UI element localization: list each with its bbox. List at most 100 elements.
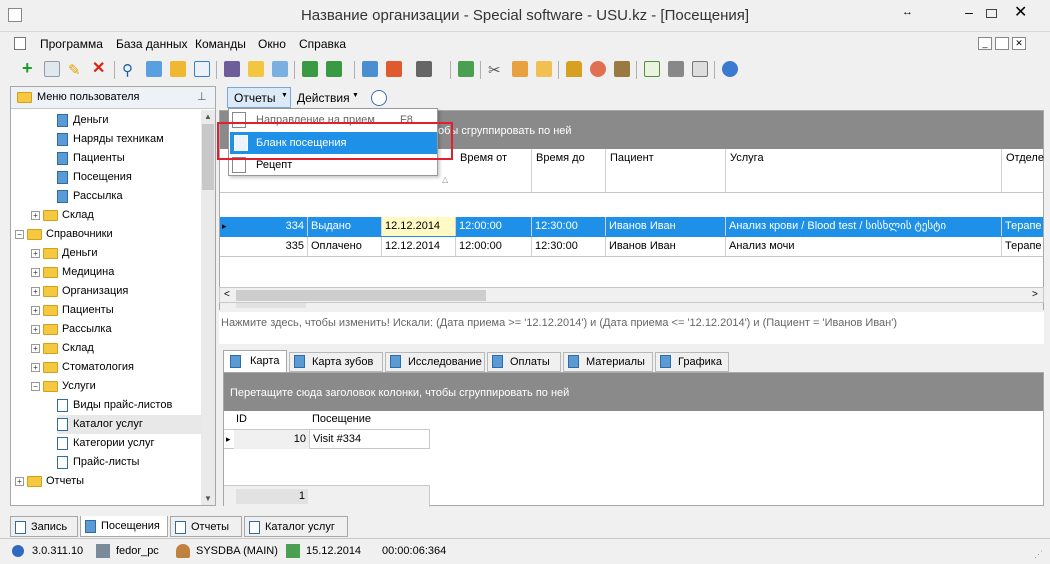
table-icon[interactable] — [644, 61, 660, 77]
sort-icon[interactable] — [248, 61, 264, 77]
tree-item[interactable]: + Отчеты — [15, 472, 84, 491]
column-header-patient[interactable]: Пациент — [606, 149, 726, 193]
comment-icon[interactable] — [194, 61, 210, 77]
tree-item[interactable]: − Справочники — [15, 225, 113, 244]
menu-commands[interactable]: Команды — [195, 37, 246, 51]
expand-icon[interactable]: + — [31, 267, 40, 277]
tree-item[interactable]: Прайс-листы — [57, 453, 139, 472]
tree-item[interactable]: + Пациенты — [31, 301, 114, 320]
close-button[interactable]: ✕ — [1014, 2, 1027, 22]
tree-item[interactable]: + Склад — [31, 206, 94, 225]
collapse-icon[interactable]: − — [15, 229, 24, 239]
mdi-close-button[interactable]: ✕ — [1012, 37, 1026, 50]
expand-icon[interactable]: + — [31, 305, 40, 315]
tree-item[interactable]: Категории услуг — [57, 434, 154, 453]
filter-text[interactable]: Нажмите здесь, чтобы изменить! Искали: (… — [221, 317, 897, 329]
tree-item[interactable]: + Деньги — [31, 244, 98, 263]
excel-menu-icon[interactable] — [326, 61, 342, 77]
expand-icon[interactable]: + — [31, 286, 40, 296]
minimize-button[interactable]: – — [958, 4, 980, 22]
expand-icon[interactable]: + — [31, 324, 40, 334]
window-tab-visits[interactable]: Посещения — [80, 516, 168, 537]
tab-research[interactable]: Исследование — [385, 352, 485, 372]
tab-materials[interactable]: Материалы — [563, 352, 653, 372]
expand-icon[interactable]: + — [31, 248, 40, 258]
note-icon[interactable] — [536, 61, 552, 77]
tree-item[interactable]: + Медицина — [31, 263, 114, 282]
edit-icon[interactable]: ✎ — [68, 61, 84, 79]
expand-icon[interactable]: + — [15, 476, 24, 486]
expand-icon[interactable]: + — [31, 362, 40, 372]
tab-teeth-map[interactable]: Карта зубов — [289, 352, 383, 372]
column-header-department[interactable]: Отделе — [1002, 149, 1044, 193]
mdi-restore-button[interactable] — [995, 37, 1009, 50]
tree-item[interactable]: Пациенты — [57, 149, 125, 168]
maximize-button[interactable] — [986, 9, 997, 18]
print-icon[interactable] — [668, 61, 684, 77]
scroll-thumb[interactable] — [236, 290, 486, 301]
tree-item[interactable]: + Стоматология — [31, 358, 134, 377]
resize-grip-icon[interactable]: ⋰ — [1034, 549, 1043, 560]
tab-graphics[interactable]: Графика — [655, 352, 729, 372]
expand-icon[interactable]: + — [31, 210, 40, 220]
filter-icon[interactable] — [224, 61, 240, 77]
lock-icon[interactable] — [566, 61, 582, 77]
export-icon[interactable] — [170, 61, 186, 77]
settings-icon[interactable] — [614, 61, 630, 77]
menu-window[interactable]: Окно — [258, 37, 286, 51]
info-icon[interactable] — [722, 61, 738, 77]
menu-program[interactable]: Программа — [40, 37, 103, 51]
open-icon[interactable] — [386, 61, 402, 77]
add-icon[interactable]: + — [22, 59, 38, 77]
calendar-icon[interactable] — [458, 61, 474, 77]
group-icon[interactable] — [272, 61, 288, 77]
mdi-minimize-button[interactable]: _ — [978, 37, 992, 50]
tree-item[interactable]: − Услуги — [31, 377, 96, 396]
column-header-service[interactable]: Услуга — [726, 149, 1002, 193]
tools-icon[interactable]: ✂ — [488, 61, 504, 79]
tree-item[interactable]: Каталог услуг — [57, 415, 201, 434]
tree-item[interactable]: Деньги — [57, 111, 109, 130]
tree-item[interactable]: Посещения — [57, 168, 132, 187]
play-icon[interactable] — [692, 61, 708, 77]
new-window-icon[interactable] — [362, 61, 378, 77]
tree-scrollbar[interactable]: ▲ ▼ — [201, 110, 215, 505]
columns-icon[interactable] — [416, 61, 432, 77]
tree-item[interactable]: + Рассылка — [31, 320, 112, 339]
users-icon[interactable] — [590, 61, 606, 77]
search-icon[interactable]: ⚲ — [122, 61, 138, 79]
table-row[interactable]: ▸ 334 Выдано 12.12.2014 12:00:00 12:30:0… — [220, 217, 1043, 237]
tree-item[interactable]: Наряды техникам — [57, 130, 164, 149]
refresh-icon[interactable] — [146, 61, 162, 77]
pin-icon[interactable]: ⊥ — [197, 90, 207, 103]
menu-database[interactable]: База данных — [116, 37, 187, 51]
clock-icon[interactable] — [371, 90, 387, 106]
menu-help[interactable]: Справка — [299, 37, 346, 51]
table-row[interactable]: ▸ 10 Visit #334 — [224, 429, 430, 449]
window-tab-record[interactable]: Запись — [10, 516, 78, 537]
table-row[interactable]: 335 Оплачено 12.12.2014 12:00:00 12:30:0… — [220, 237, 1043, 257]
tree-item[interactable]: + Организация — [31, 282, 128, 301]
window-tab-catalog[interactable]: Каталог услуг — [244, 516, 348, 537]
window-tab-reports[interactable]: Отчеты — [170, 516, 242, 537]
tree-item[interactable]: Рассылка — [57, 187, 123, 206]
column-header-to[interactable]: Время до — [532, 149, 606, 193]
scroll-right-icon[interactable]: > — [1032, 289, 1038, 300]
tab-payments[interactable]: Оплаты — [487, 352, 561, 372]
grid-horizontal-scrollbar[interactable]: < > — [219, 287, 1044, 303]
tab-card[interactable]: Карта — [223, 350, 287, 372]
filter-panel[interactable]: Нажмите здесь, чтобы изменить! Искали: (… — [219, 312, 1044, 344]
scroll-left-icon[interactable]: < — [224, 289, 230, 300]
tree-item[interactable]: Виды прайс-листов — [57, 396, 172, 415]
expand-icon[interactable]: + — [31, 343, 40, 353]
column-header-id[interactable]: ID — [236, 413, 247, 425]
detail-group-panel[interactable]: Перетащите сюда заголовок колонки, чтобы… — [224, 373, 1043, 411]
actions-menu-button[interactable]: Действия — [297, 91, 350, 105]
column-header-from[interactable]: Время от — [456, 149, 532, 193]
collapse-icon[interactable]: − — [31, 381, 40, 391]
dropdown-item-prescription[interactable]: Рецепт — [256, 159, 292, 171]
excel-icon[interactable] — [302, 61, 318, 77]
copy-icon[interactable] — [44, 61, 60, 77]
palette-icon[interactable] — [512, 61, 528, 77]
delete-icon[interactable]: ✕ — [92, 61, 108, 77]
